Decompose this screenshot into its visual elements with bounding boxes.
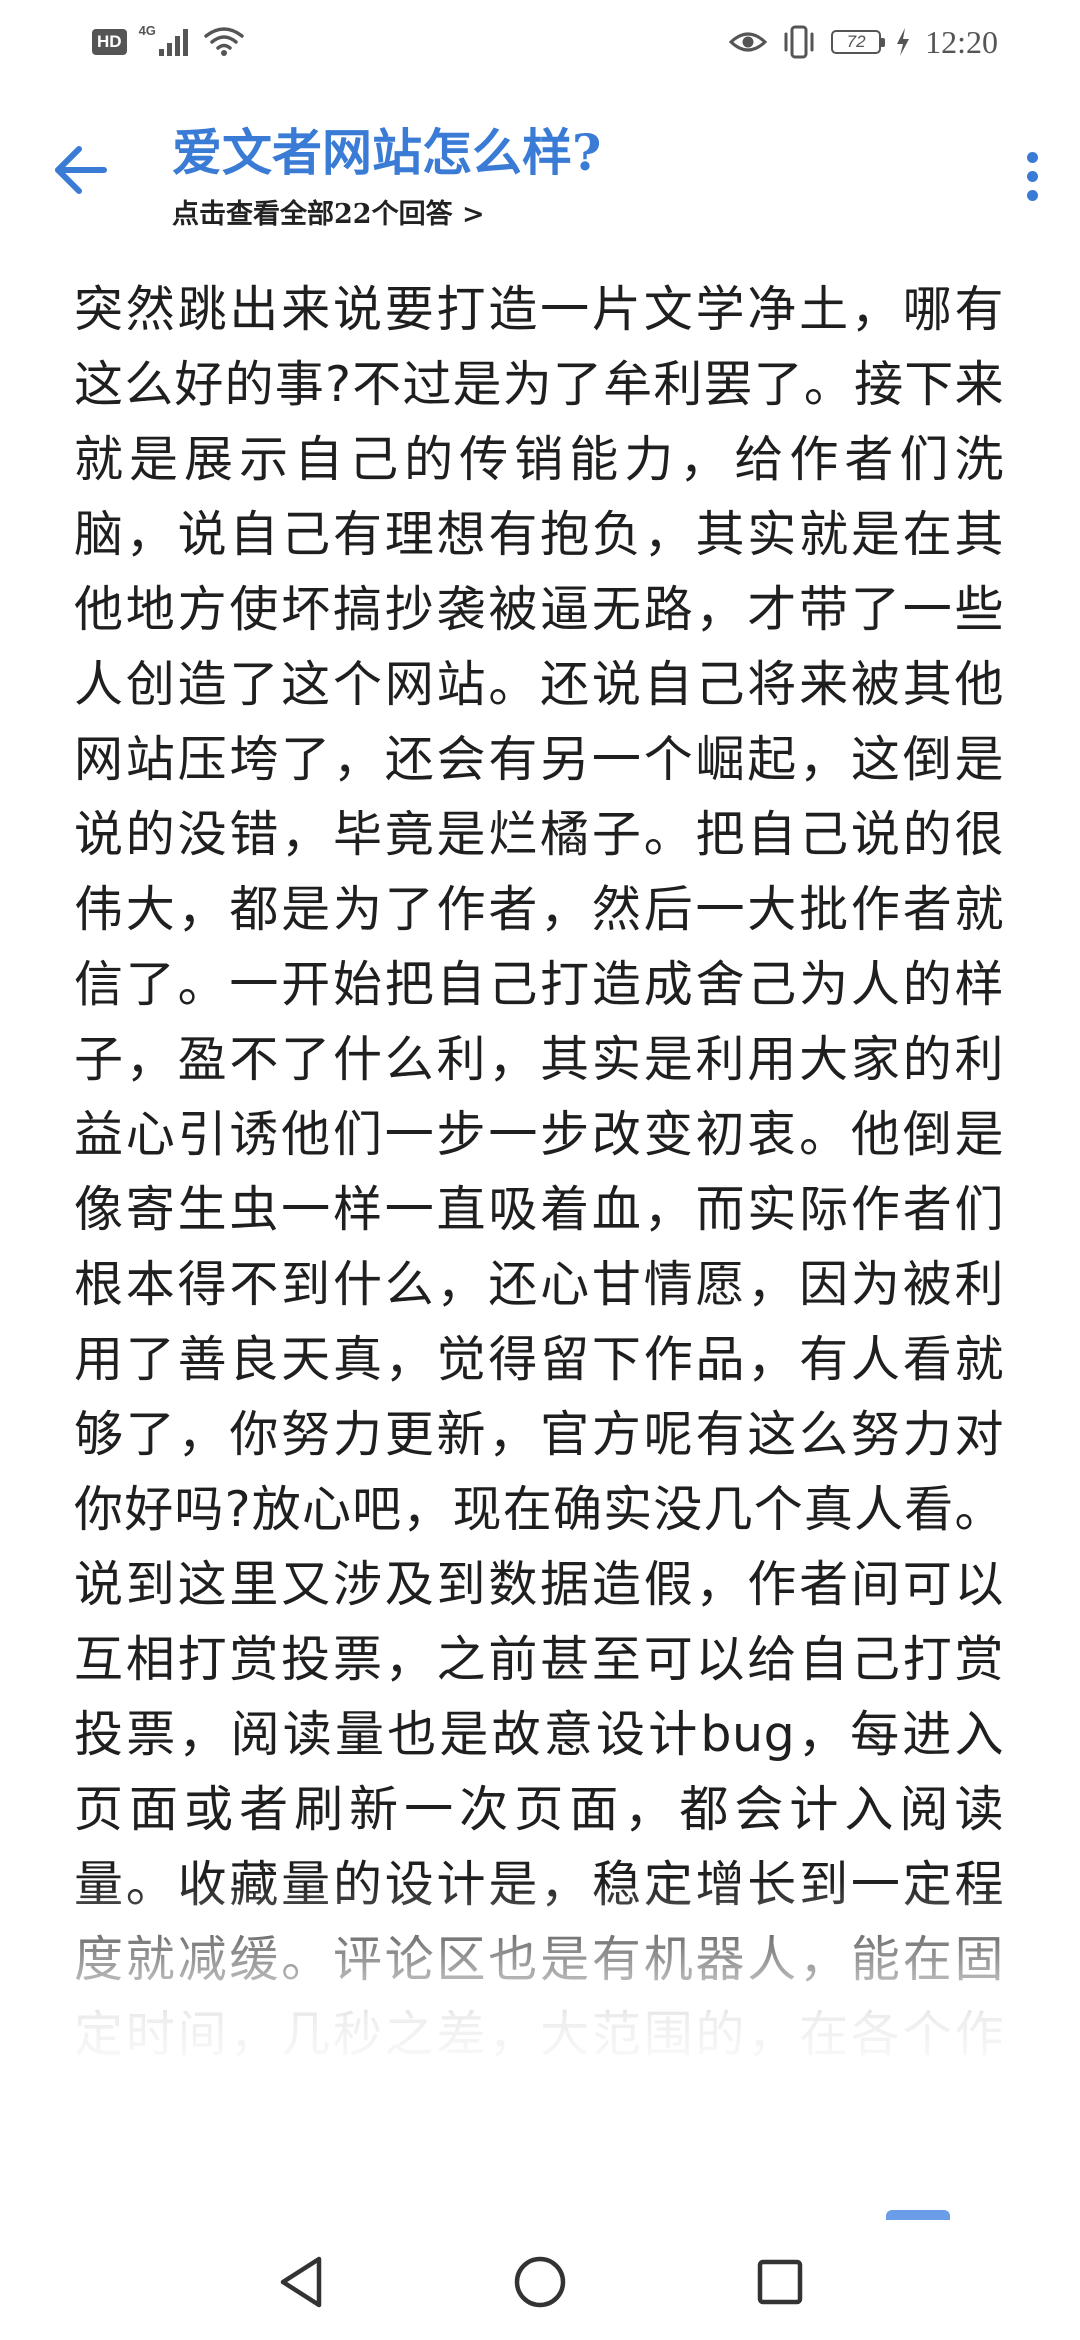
wifi-icon xyxy=(204,26,244,58)
page-title: 爱文者网站怎么样? xyxy=(172,123,602,182)
system-navigation-bar xyxy=(0,2220,1080,2340)
status-right-group: 72 12:20 xyxy=(715,20,998,64)
nav-back-button[interactable] xyxy=(262,2242,342,2322)
more-vertical-icon-dot xyxy=(1026,170,1038,182)
signal-icon xyxy=(158,27,192,57)
back-button[interactable] xyxy=(44,136,116,208)
nav-back-icon xyxy=(277,2255,327,2309)
more-vertical-icon xyxy=(1026,151,1038,163)
status-bar: HD 4G 72 12:20 xyxy=(0,0,1080,84)
nav-recents-button[interactable] xyxy=(740,2242,820,2322)
nav-home-icon xyxy=(512,2254,568,2310)
vibrate-icon xyxy=(781,25,817,59)
view-all-answers-link[interactable]: 点击查看全部22个回答 > xyxy=(172,192,601,231)
status-time: 12:20 xyxy=(925,23,998,60)
more-vertical-icon-dot xyxy=(1026,189,1038,201)
eye-icon xyxy=(729,29,768,55)
charging-bolt-icon xyxy=(895,27,911,57)
app-header: 爱文者网站怎么样? 点击查看全部22个回答 > xyxy=(0,84,1080,254)
status-left-group: HD 4G xyxy=(92,22,244,62)
battery-level-text: 72 xyxy=(846,32,866,51)
nav-recents-icon xyxy=(755,2257,805,2307)
network-type-label: 4G xyxy=(138,22,156,38)
more-options-button[interactable] xyxy=(1008,140,1056,212)
title-block: 爱文者网站怎么样? 点击查看全部22个回答 > xyxy=(172,122,601,231)
nav-home-button[interactable] xyxy=(500,2242,580,2322)
hd-badge: HD xyxy=(92,29,127,55)
arrow-left-icon xyxy=(52,145,108,199)
battery-icon: 72 xyxy=(831,30,886,54)
answer-body-text: 突然跳出来说要打造一片文学净土，哪有这么好的事?不过是为了牟利罢了。接下来就是展… xyxy=(74,281,1004,2213)
answer-content[interactable]: 突然跳出来说要打造一片文学净土，哪有这么好的事?不过是为了牟利罢了。接下来就是展… xyxy=(74,272,1004,2217)
